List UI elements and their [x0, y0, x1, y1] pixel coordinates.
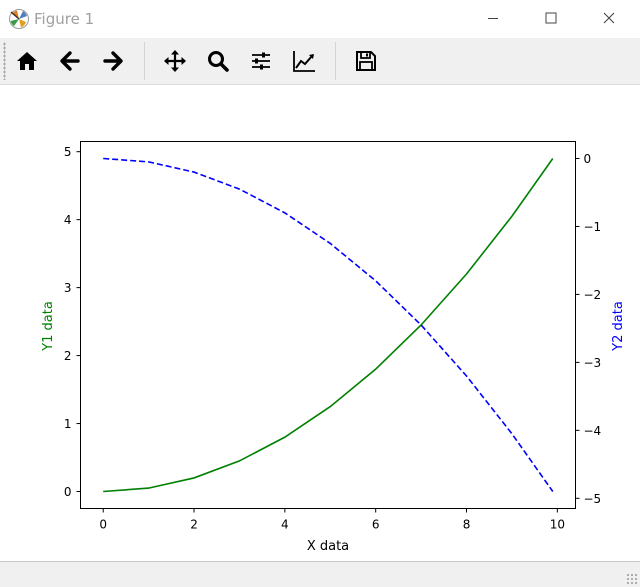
title-bar: Figure 1	[0, 0, 640, 38]
y2-tick-label: −3	[584, 356, 602, 370]
x-tick-label: 4	[281, 518, 289, 532]
minimize-button[interactable]	[470, 0, 516, 38]
y1-series-line	[103, 158, 554, 493]
pan-icon	[164, 50, 186, 72]
minimize-icon	[488, 18, 498, 19]
x-tick-label: 8	[463, 518, 471, 532]
forward-arrow-icon	[103, 51, 123, 71]
subplots-icon	[252, 52, 270, 70]
pan-button[interactable]	[157, 43, 193, 79]
y1-tick-label: 0	[64, 485, 72, 499]
x-tick-label: 2	[190, 518, 198, 532]
zoom-button[interactable]	[200, 43, 236, 79]
y2-tick-label: −2	[584, 288, 602, 302]
y1-tick-label: 3	[64, 281, 72, 295]
back-arrow-icon	[60, 51, 80, 71]
resize-grip[interactable]	[626, 573, 638, 585]
maximize-icon	[545, 12, 557, 24]
home-icon	[17, 52, 37, 70]
y2-tick-label: −1	[584, 220, 602, 234]
y1-tick-label: 2	[64, 349, 72, 363]
x-tick-label: 10	[550, 518, 565, 532]
zoom-icon	[208, 51, 229, 72]
y2-series-line	[103, 157, 554, 492]
back-button[interactable]	[52, 43, 88, 79]
navigation-toolbar	[0, 38, 640, 85]
subplots-button[interactable]	[243, 43, 279, 79]
toolbar-separator	[144, 42, 145, 80]
close-icon	[603, 12, 615, 24]
y2-tick-label: 0	[584, 152, 592, 166]
customize-button[interactable]	[286, 43, 322, 79]
y2-tick-label: −5	[584, 492, 602, 506]
y2-axis-label: Y2 data	[611, 301, 626, 352]
y1-tick-label: 5	[64, 145, 72, 159]
home-button[interactable]	[9, 43, 45, 79]
y1-tick-label: 1	[64, 417, 72, 431]
y1-tick-label: 4	[64, 213, 72, 227]
save-icon	[356, 51, 376, 71]
figure-canvas[interactable]: 0 2 4 6 8 10 0 1 2 3 4 5 0 −1 −2 −3 −4 −5 X data Y1 data …	[0, 85, 640, 561]
toolbar-separator	[335, 42, 336, 80]
x-tick-label: 6	[372, 518, 380, 532]
y2-tick-label: −4	[584, 424, 602, 438]
save-button[interactable]	[348, 43, 384, 79]
y1-axis-label: Y1 data	[41, 301, 56, 352]
close-button[interactable]	[586, 0, 632, 38]
axes-frame	[80, 141, 576, 509]
x-axis-label: X data	[307, 539, 349, 554]
maximize-button[interactable]	[528, 0, 574, 38]
x-tick-label: 0	[99, 518, 107, 532]
axes-edit-icon	[293, 51, 315, 72]
matplotlib-logo-icon	[9, 9, 29, 29]
forward-button[interactable]	[95, 43, 131, 79]
toolbar-grip	[3, 42, 6, 80]
status-bar	[0, 561, 640, 587]
window-title: Figure 1	[34, 10, 95, 28]
plot-area[interactable]: 0 2 4 6 8 10012345 0−1−2−3−4−5 X data Y1 data …	[0, 85, 640, 561]
